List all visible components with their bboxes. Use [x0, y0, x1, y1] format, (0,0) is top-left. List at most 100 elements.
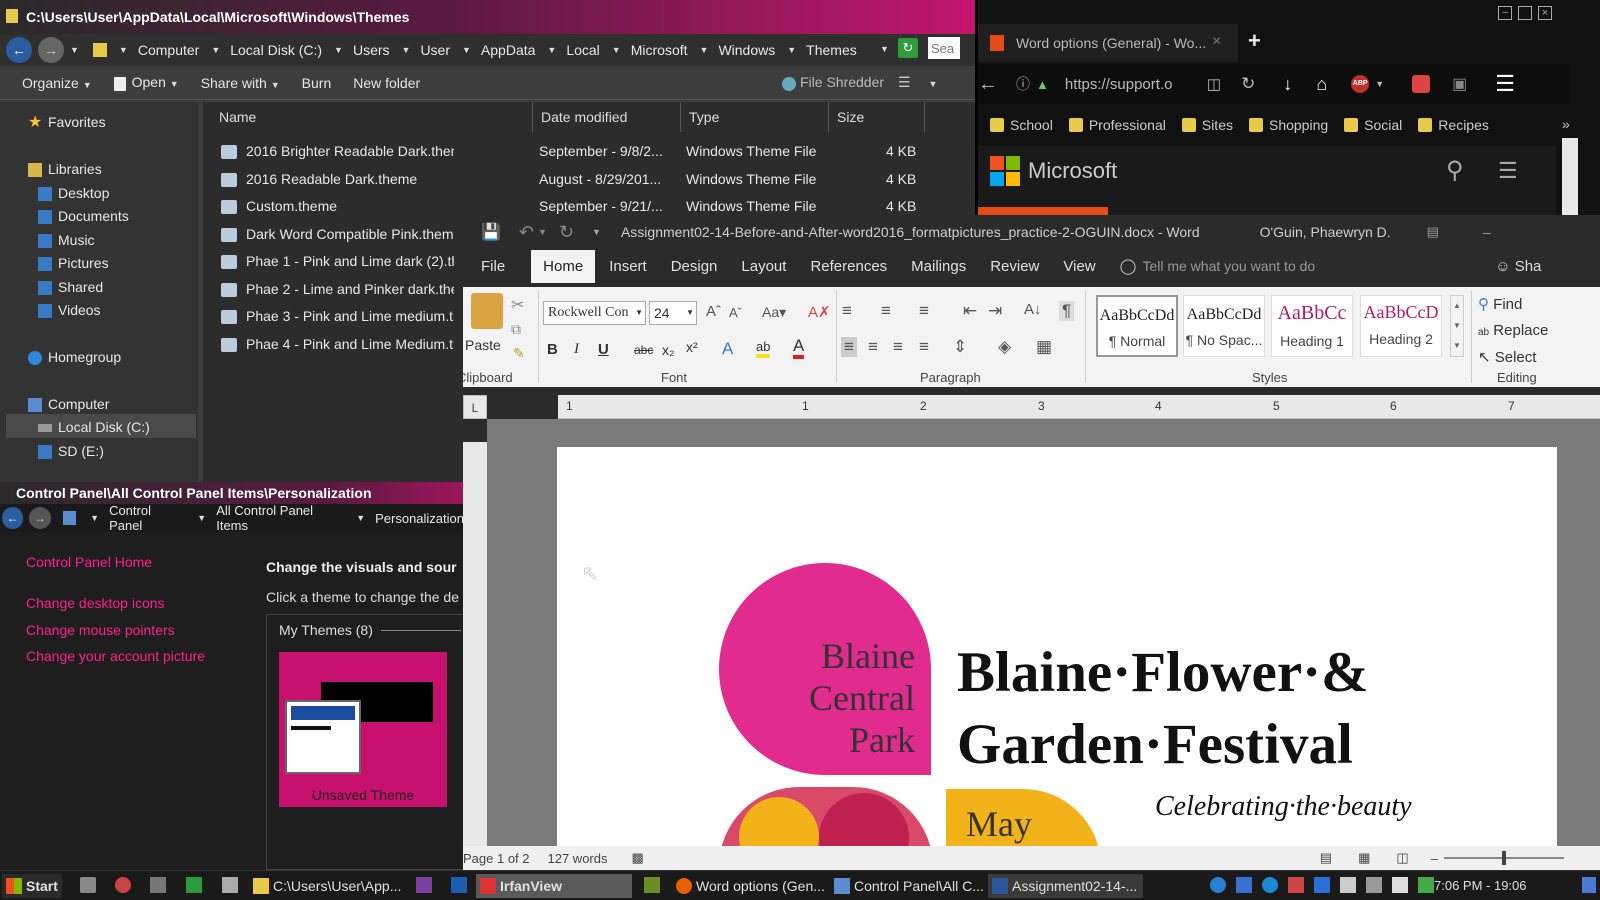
search-icon[interactable]: ⚲	[1446, 156, 1464, 185]
onenote-icon[interactable]	[416, 877, 432, 893]
link-change-account-picture[interactable]: Change your account picture	[26, 648, 205, 664]
chevron-down-icon[interactable]: ▼	[547, 45, 556, 55]
outlook-icon[interactable]	[451, 877, 467, 893]
nav-computer[interactable]: Computer	[28, 396, 109, 412]
breadcrumb-appdata[interactable]: AppData	[481, 42, 535, 58]
chevron-down-icon[interactable]: ▼	[538, 227, 547, 237]
borders-icon[interactable]: ▦	[1036, 337, 1052, 357]
line-spacing-icon[interactable]: ⇕	[953, 337, 967, 357]
info-icon[interactable]: ⓘ	[1016, 74, 1030, 94]
nav-shared[interactable]: Shared	[38, 279, 103, 295]
tray-icon[interactable]	[1314, 877, 1330, 893]
network-icon[interactable]	[1366, 877, 1382, 893]
link-change-mouse-pointers[interactable]: Change mouse pointers	[26, 622, 175, 638]
replace-button[interactable]: ab Replace	[1478, 322, 1548, 339]
bookmark-professional[interactable]: Professional	[1068, 117, 1166, 133]
nav-desktop[interactable]: Desktop	[38, 185, 109, 201]
extension-icon[interactable]	[1412, 75, 1431, 93]
zoom-slider[interactable]	[1443, 851, 1564, 865]
chevron-down-icon[interactable]: ▼	[119, 45, 128, 55]
superscript-icon[interactable]: x²	[686, 339, 698, 355]
column-header-size[interactable]: Size	[829, 102, 925, 132]
back-icon[interactable]: ←	[6, 37, 32, 63]
breadcrumb-windows[interactable]: Windows	[718, 42, 775, 58]
read-mode-icon[interactable]: ▤	[1320, 850, 1332, 866]
decrease-indent-icon[interactable]: ⇤	[963, 301, 977, 321]
font-color-icon[interactable]: A	[793, 337, 805, 359]
bullets-icon[interactable]: ≡	[842, 301, 852, 321]
browser-tab[interactable]: Word options (General) - Wo... ×	[978, 24, 1238, 62]
document-page[interactable]: Blaine Central Park Blaine·Flower·& Gard…	[557, 447, 1557, 867]
open-button[interactable]: Open ▼	[113, 74, 179, 91]
bookmark-school[interactable]: School	[990, 117, 1053, 133]
taskbar-firefox[interactable]: Word options (Gen...	[672, 874, 827, 898]
app-icon[interactable]	[644, 877, 660, 893]
tray-icon[interactable]	[1262, 877, 1278, 893]
pink-circle-shape[interactable]: Blaine Central Park	[719, 563, 931, 775]
tell-me-input[interactable]: Tell me what you want to do	[1142, 258, 1315, 274]
quick-launch-icon[interactable]	[186, 877, 202, 893]
close-tab-icon[interactable]: ×	[1212, 33, 1221, 51]
subscript-icon[interactable]: x₂	[662, 342, 674, 358]
web-layout-icon[interactable]: ◫	[1396, 850, 1408, 866]
font-name-select[interactable]: Rockwell Con ▼	[543, 301, 646, 325]
breadcrumb-personalization[interactable]: Personalization	[375, 511, 464, 526]
change-case-icon[interactable]: Aa▾	[762, 304, 786, 321]
select-button[interactable]: ↖ Select	[1478, 348, 1536, 366]
tab-references[interactable]: References	[810, 258, 887, 275]
bookmarks-overflow-icon[interactable]: »	[1562, 116, 1570, 132]
back-icon[interactable]: ←	[2, 507, 24, 529]
tab-view[interactable]: View	[1063, 258, 1095, 275]
chevron-down-icon[interactable]: ▼	[1375, 79, 1384, 89]
minimize-icon[interactable]: –	[1483, 224, 1491, 240]
chevron-down-icon[interactable]: ▼	[402, 45, 411, 55]
url-bar[interactable]: https://support.o	[1065, 76, 1185, 93]
page-count[interactable]: Page 1 of 2	[463, 851, 530, 866]
quick-launch-icon[interactable]	[222, 877, 238, 893]
share-button[interactable]: ☺ Sha	[1495, 258, 1541, 275]
increase-indent-icon[interactable]: ⇥	[988, 301, 1002, 321]
breadcrumb-local-disk[interactable]: Local Disk (C:)	[230, 42, 322, 58]
forward-icon[interactable]: →	[29, 507, 51, 529]
tab-file[interactable]: File	[481, 258, 505, 275]
new-tab-icon[interactable]: +	[1248, 28, 1261, 54]
format-painter-icon[interactable]: ✎	[513, 345, 525, 362]
link-control-panel-home[interactable]: Control Panel Home	[26, 554, 152, 570]
tab-insert[interactable]: Insert	[609, 258, 647, 275]
redo-icon[interactable]: ↻	[559, 222, 574, 243]
breadcrumb-local[interactable]: Local	[566, 42, 599, 58]
unsaved-theme-tile[interactable]: Unsaved Theme	[279, 652, 447, 807]
bold-icon[interactable]: B	[547, 341, 558, 358]
quick-launch-icon[interactable]	[80, 877, 96, 893]
proofing-icon[interactable]: ▩	[631, 850, 643, 866]
customize-qat-icon[interactable]: ▼	[592, 227, 601, 237]
share-with-button[interactable]: Share with ▼	[201, 75, 280, 91]
scrollbar[interactable]	[1562, 138, 1578, 215]
back-icon[interactable]: ←	[978, 73, 998, 96]
volume-icon[interactable]	[1418, 877, 1434, 893]
column-header-date[interactable]: Date modified	[533, 102, 681, 132]
breadcrumb-themes[interactable]: Themes	[806, 42, 857, 58]
style-heading-1[interactable]: AaBbCc Heading 1	[1271, 295, 1353, 357]
taskbar-irfanview[interactable]: IrfanView	[476, 874, 632, 898]
organize-button[interactable]: Organize ▼	[22, 75, 92, 91]
italic-icon[interactable]: I	[574, 341, 579, 358]
chevron-down-icon[interactable]: ▼	[334, 45, 343, 55]
view-options-icon[interactable]: ☰ ▼	[898, 74, 937, 91]
bookmark-sites[interactable]: Sites	[1181, 117, 1233, 133]
breadcrumb-control-panel[interactable]: Control Panel	[109, 503, 185, 533]
recent-dropdown-icon[interactable]: ▼	[70, 45, 79, 55]
multilevel-list-icon[interactable]: ≡	[919, 301, 929, 321]
show-desktop-icon[interactable]	[1582, 877, 1596, 893]
close-icon[interactable]: ×	[1538, 6, 1552, 20]
style-no-spacing[interactable]: AaBbCcDd ¶ No Spac...	[1183, 295, 1265, 357]
nav-videos[interactable]: Videos	[38, 302, 101, 318]
text-effects-icon[interactable]: A	[722, 339, 733, 359]
chevron-down-icon[interactable]: ▼	[612, 45, 621, 55]
taskbar-control-panel[interactable]: Control Panel\All C...	[830, 874, 985, 898]
taskbar-explorer[interactable]: C:\Users\User\App...	[249, 874, 404, 898]
chevron-down-icon[interactable]: ▼	[90, 513, 99, 523]
maximize-icon[interactable]	[1518, 6, 1532, 20]
padlock-icon[interactable]: ▣	[1452, 74, 1467, 94]
justify-icon[interactable]: ≡	[919, 337, 929, 357]
